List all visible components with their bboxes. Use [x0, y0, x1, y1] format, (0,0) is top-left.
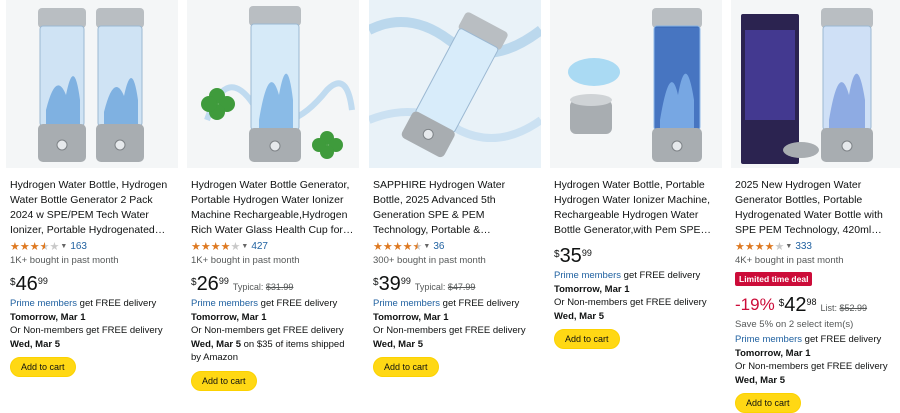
chevron-down-icon[interactable]: ▼: [60, 241, 67, 253]
product-title-link[interactable]: 2025 New Hydrogen Water Generator Bottle…: [735, 178, 899, 238]
product-image[interactable]: [550, 0, 722, 168]
rating-count-link[interactable]: 163: [70, 241, 87, 253]
product-image[interactable]: [731, 0, 900, 168]
typical-price: Typical: $31.99: [232, 282, 294, 292]
rating-count-link[interactable]: 427: [251, 241, 268, 253]
product-card: 2025 New Hydrogen Water Generator Bottle…: [731, 0, 900, 413]
chevron-down-icon[interactable]: ▼: [241, 241, 248, 253]
product-title-link[interactable]: Hydrogen Water Bottle, Portable Hydrogen…: [554, 178, 718, 238]
bought-past-month: 1K+ bought in past month: [10, 255, 119, 266]
rating-row: ★ ★ ★ ★ ★ ▼ 36: [373, 241, 537, 253]
bought-past-month: 1K+ bought in past month: [191, 255, 300, 266]
product-title-link[interactable]: Hydrogen Water Bottle, Hydrogen Water Bo…: [10, 178, 174, 238]
price[interactable]: $ 26 99 Typical: $31.99: [191, 274, 355, 294]
add-to-cart-button[interactable]: Add to cart: [10, 357, 76, 377]
add-to-cart-button[interactable]: Add to cart: [373, 357, 439, 377]
price[interactable]: $ 35 99: [554, 246, 718, 266]
add-to-cart-button[interactable]: Add to cart: [554, 329, 620, 349]
star-rating[interactable]: ★ ★ ★ ★ ★: [191, 241, 240, 253]
rating-row: ★ ★ ★ ★ ★ ▼ 163: [10, 241, 174, 253]
star-rating[interactable]: ★ ★ ★ ★ ★: [373, 241, 422, 253]
product-image[interactable]: [6, 0, 178, 168]
rating-row: ★ ★ ★ ★ ★ ▼ 427: [191, 241, 355, 253]
product-card: Hydrogen Water Bottle, Hydrogen Water Bo…: [6, 0, 178, 400]
delivery-info: Prime members get FREE delivery Tomorrow…: [373, 298, 526, 350]
list-price: List: $52.99: [820, 303, 868, 313]
rating-count-link[interactable]: 333: [795, 241, 812, 253]
save-offer: Save 5% on 2 select item(s): [735, 319, 854, 330]
add-to-cart-button[interactable]: Add to cart: [735, 393, 801, 413]
price[interactable]: -19% $ 42 98 List: $52.99: [735, 295, 899, 315]
product-image[interactable]: [369, 0, 541, 168]
chevron-down-icon[interactable]: ▼: [423, 241, 430, 253]
delivery-info: Prime members get FREE delivery Tomorrow…: [735, 334, 888, 386]
delivery-info: Prime members get FREE delivery Tomorrow…: [10, 298, 163, 350]
delivery-info: Prime members get FREE delivery Tomorrow…: [191, 298, 345, 363]
price[interactable]: $ 39 99 Typical: $47.99: [373, 274, 537, 294]
product-card: Hydrogen Water Bottle, Portable Hydrogen…: [550, 0, 722, 400]
typical-price: Typical: $47.99: [414, 282, 476, 292]
bought-past-month: 300+ bought in past month: [373, 255, 486, 266]
product-results-row: Hydrogen Water Bottle, Hydrogen Water Bo…: [0, 0, 900, 413]
product-image[interactable]: [187, 0, 359, 168]
chevron-down-icon[interactable]: ▼: [785, 241, 792, 253]
price[interactable]: $ 46 99: [10, 274, 174, 294]
limited-time-deal-badge: Limited time deal: [735, 272, 813, 286]
star-rating[interactable]: ★ ★ ★ ★ ★: [10, 241, 59, 253]
rating-row: ★ ★ ★ ★ ★ ▼ 333: [735, 241, 899, 253]
add-to-cart-button[interactable]: Add to cart: [191, 370, 257, 391]
bought-past-month: 4K+ bought in past month: [735, 255, 844, 266]
product-title-link[interactable]: SAPPHIRE Hydrogen Water Bottle, 2025 Adv…: [373, 178, 537, 238]
delivery-info: Prime members get FREE delivery Tomorrow…: [554, 270, 707, 322]
discount-percent: -19%: [735, 295, 775, 314]
prime-members-link[interactable]: Prime members: [554, 270, 621, 281]
product-title-link[interactable]: Hydrogen Water Bottle Generator, Portabl…: [191, 178, 355, 238]
product-card: Hydrogen Water Bottle Generator, Portabl…: [187, 0, 359, 400]
prime-members-link[interactable]: Prime members: [10, 298, 77, 309]
prime-members-link[interactable]: Prime members: [191, 298, 258, 309]
prime-members-link[interactable]: Prime members: [373, 298, 440, 309]
prime-members-link[interactable]: Prime members: [735, 334, 802, 345]
product-card: SAPPHIRE Hydrogen Water Bottle, 2025 Adv…: [369, 0, 541, 400]
star-rating[interactable]: ★ ★ ★ ★ ★: [735, 241, 784, 253]
rating-count-link[interactable]: 36: [433, 241, 444, 253]
